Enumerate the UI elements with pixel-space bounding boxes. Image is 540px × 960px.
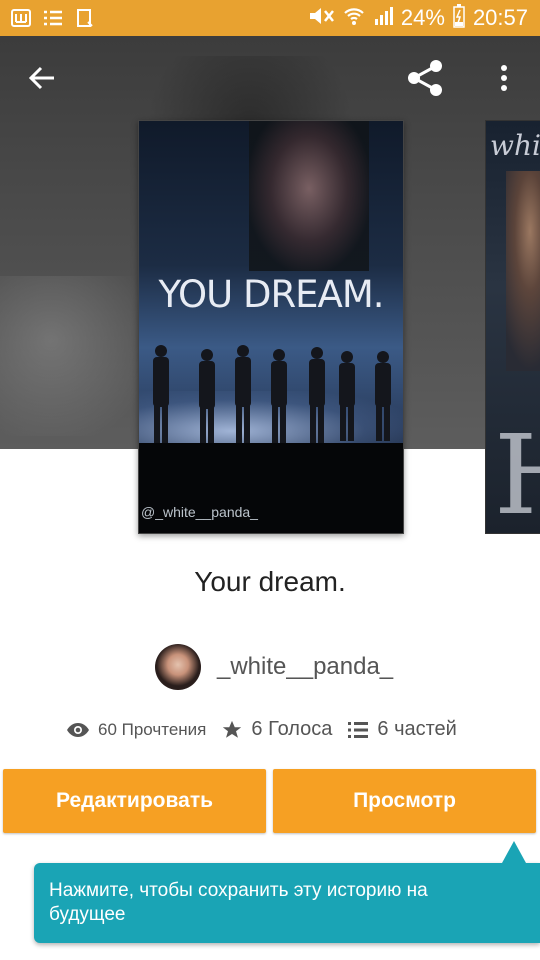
next-cover-text: white [490,129,540,162]
share-icon[interactable] [402,54,450,102]
clock: 20:57 [472,5,528,30]
reads-stat: 60 Прочтения [66,720,206,740]
status-bar: 24% 20:57 [0,0,540,36]
app-icon [10,7,32,29]
mute-icon [307,5,335,31]
author-name[interactable]: _white__panda_ [217,653,393,681]
tooltip-arrow [502,841,526,863]
eye-icon [66,722,90,738]
avatar[interactable] [155,644,201,690]
story-stats: 60 Прочтения 6 Голоса 6 частей [66,718,472,741]
cover-title: YOU DREAM. [158,273,384,316]
tooltip-text: Нажмите, чтобы сохранить эту историю на … [49,880,428,925]
list-icon [347,721,369,739]
next-story-cover[interactable]: white H [485,120,540,534]
back-icon[interactable] [18,54,66,102]
story-title: Your dream. [194,566,346,597]
clipboard-icon [74,7,96,29]
star-icon [221,719,243,741]
story-cover[interactable]: YOU DREAM. @_white__panda_ [138,120,404,534]
signal-icon [373,5,393,31]
votes-count: 6 Голоса [251,718,333,740]
battery-percent: 24% [400,5,445,30]
battery-icon [453,4,465,32]
cover-signature: @_white__panda_ [141,504,258,520]
parts-count: 6 частей [377,718,457,740]
wifi-icon [343,5,365,31]
save-story-tooltip[interactable]: Нажмите, чтобы сохранить эту историю на … [34,841,540,943]
author-row[interactable]: _white__panda_ [155,644,393,690]
more-icon[interactable] [480,54,528,102]
parts-stat: 6 частей [347,718,457,741]
votes-stat: 6 Голоса [221,718,332,741]
cover-portrait [249,121,369,271]
view-button[interactable]: Просмотр [273,769,536,833]
edit-button[interactable]: Редактировать [3,769,266,833]
next-cover-letter: H [494,411,540,533]
reads-count: 60 Прочтения [98,719,207,739]
list-icon [42,7,64,29]
